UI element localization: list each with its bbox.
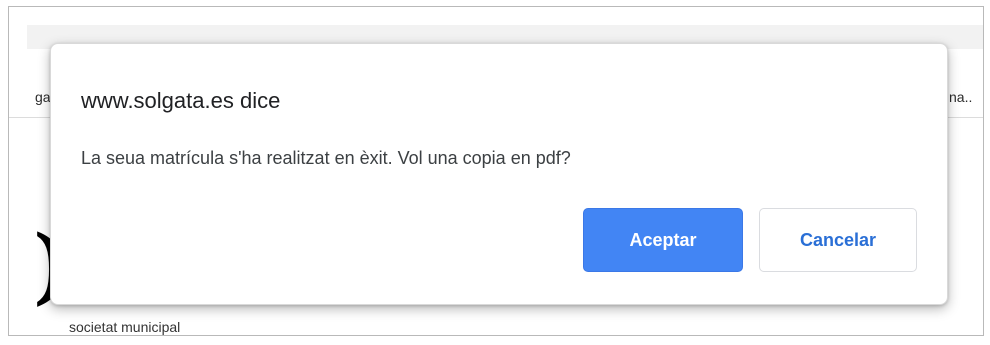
accept-button[interactable]: Aceptar <box>583 208 743 272</box>
browser-page: ga na.. ) societat municipal www.solgata… <box>0 0 990 345</box>
dialog-title: www.solgata.es dice <box>81 88 281 113</box>
background-text-right: na.. <box>949 89 973 105</box>
dialog-message: La seua matrícula s'ha realitzat en èxit… <box>81 148 571 168</box>
cancel-button[interactable]: Cancelar <box>759 208 917 272</box>
background-text-left: ga <box>35 89 51 105</box>
background-caption: societat municipal <box>69 319 181 335</box>
alert-dialog: www.solgata.es dice La seua matrícula s'… <box>50 43 948 305</box>
